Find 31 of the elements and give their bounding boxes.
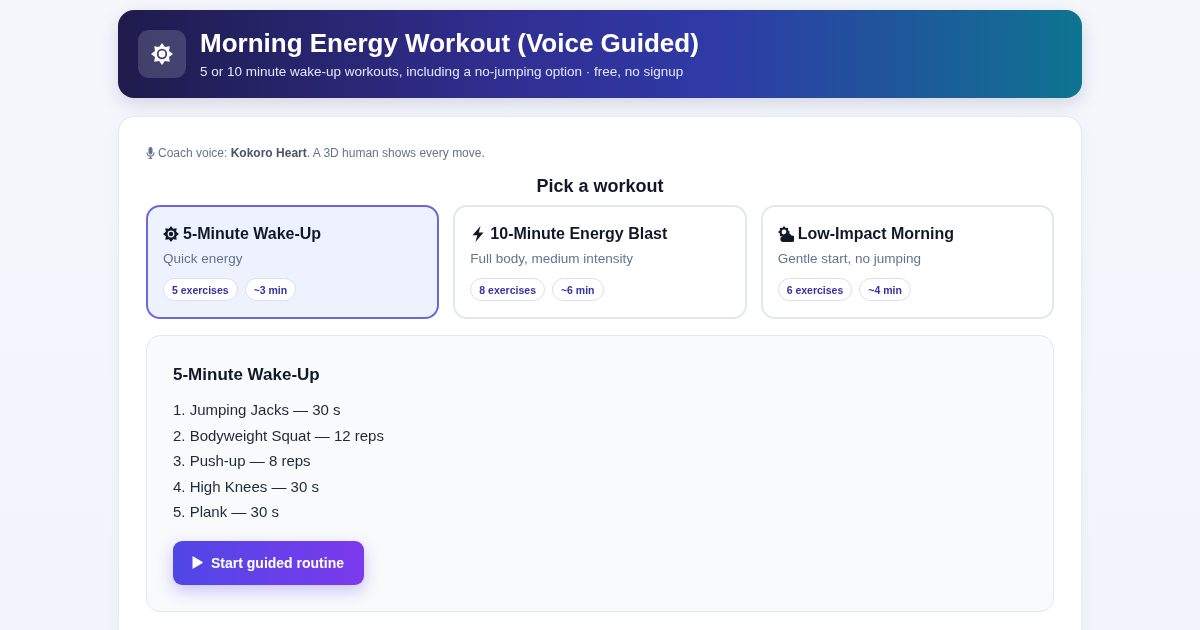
sun-cloud-icon [777, 226, 794, 242]
workout-card[interactable]: 5-Minute Wake-Up Quick energy 5 exercises ~3 min [146, 205, 440, 319]
exercise-step: 5. Plank — 30 s [173, 499, 279, 525]
info-chip: ~6 min [551, 278, 604, 301]
workout-title: Low-Impact Morning [797, 225, 955, 243]
workout-description: Quick energy [163, 251, 244, 267]
workout-card[interactable]: 10-Minute Energy Blast Full body, medium intensity 8 exercises ~6 min [453, 205, 747, 319]
page-subtitle: 5 or 10 minute wake-up workouts, including a no-jumping option · free, no signup [200, 64, 685, 80]
info-chip: ~4 min [859, 278, 911, 301]
workout-description: Gentle start, no jumping [777, 251, 922, 267]
exercise-step: 2. Bodyweight Squat — 12 reps [173, 422, 384, 448]
workout-title: 10-Minute Energy Blast [490, 225, 668, 243]
routine-title: 5-Minute Wake-Up [173, 364, 321, 386]
voice-note: Coach voice: Kokoro Heart. A 3D human shows every move. [158, 146, 485, 160]
info-chip: 5 exercises [163, 278, 238, 301]
microphone-icon [146, 147, 155, 159]
info-chip: 8 exercises [470, 278, 545, 301]
workout-description: Full body, medium intensity [470, 251, 634, 267]
info-chip: ~3 min [244, 278, 297, 301]
workout-title: 5-Minute Wake-Up [183, 225, 322, 243]
start-routine-button[interactable]: Start guided routine [173, 540, 364, 585]
section-heading: Pick a workout [536, 175, 664, 197]
page-title: Morning Energy Workout (Voice Guided) [200, 28, 699, 58]
sun-icon [138, 30, 186, 78]
exercise-step: 4. High Knees — 30 s [173, 473, 319, 499]
info-chip: 6 exercises [777, 278, 853, 301]
play-icon [192, 556, 203, 569]
exercise-step: 3. Push-up — 8 reps [173, 448, 311, 474]
exercise-step: 1. Jumping Jacks — 30 s [173, 397, 341, 423]
workout-card[interactable]: Low-Impact Morning Gentle start, no jumping 6 exercises ~4 min [760, 205, 1054, 319]
sun-icon [163, 226, 179, 242]
